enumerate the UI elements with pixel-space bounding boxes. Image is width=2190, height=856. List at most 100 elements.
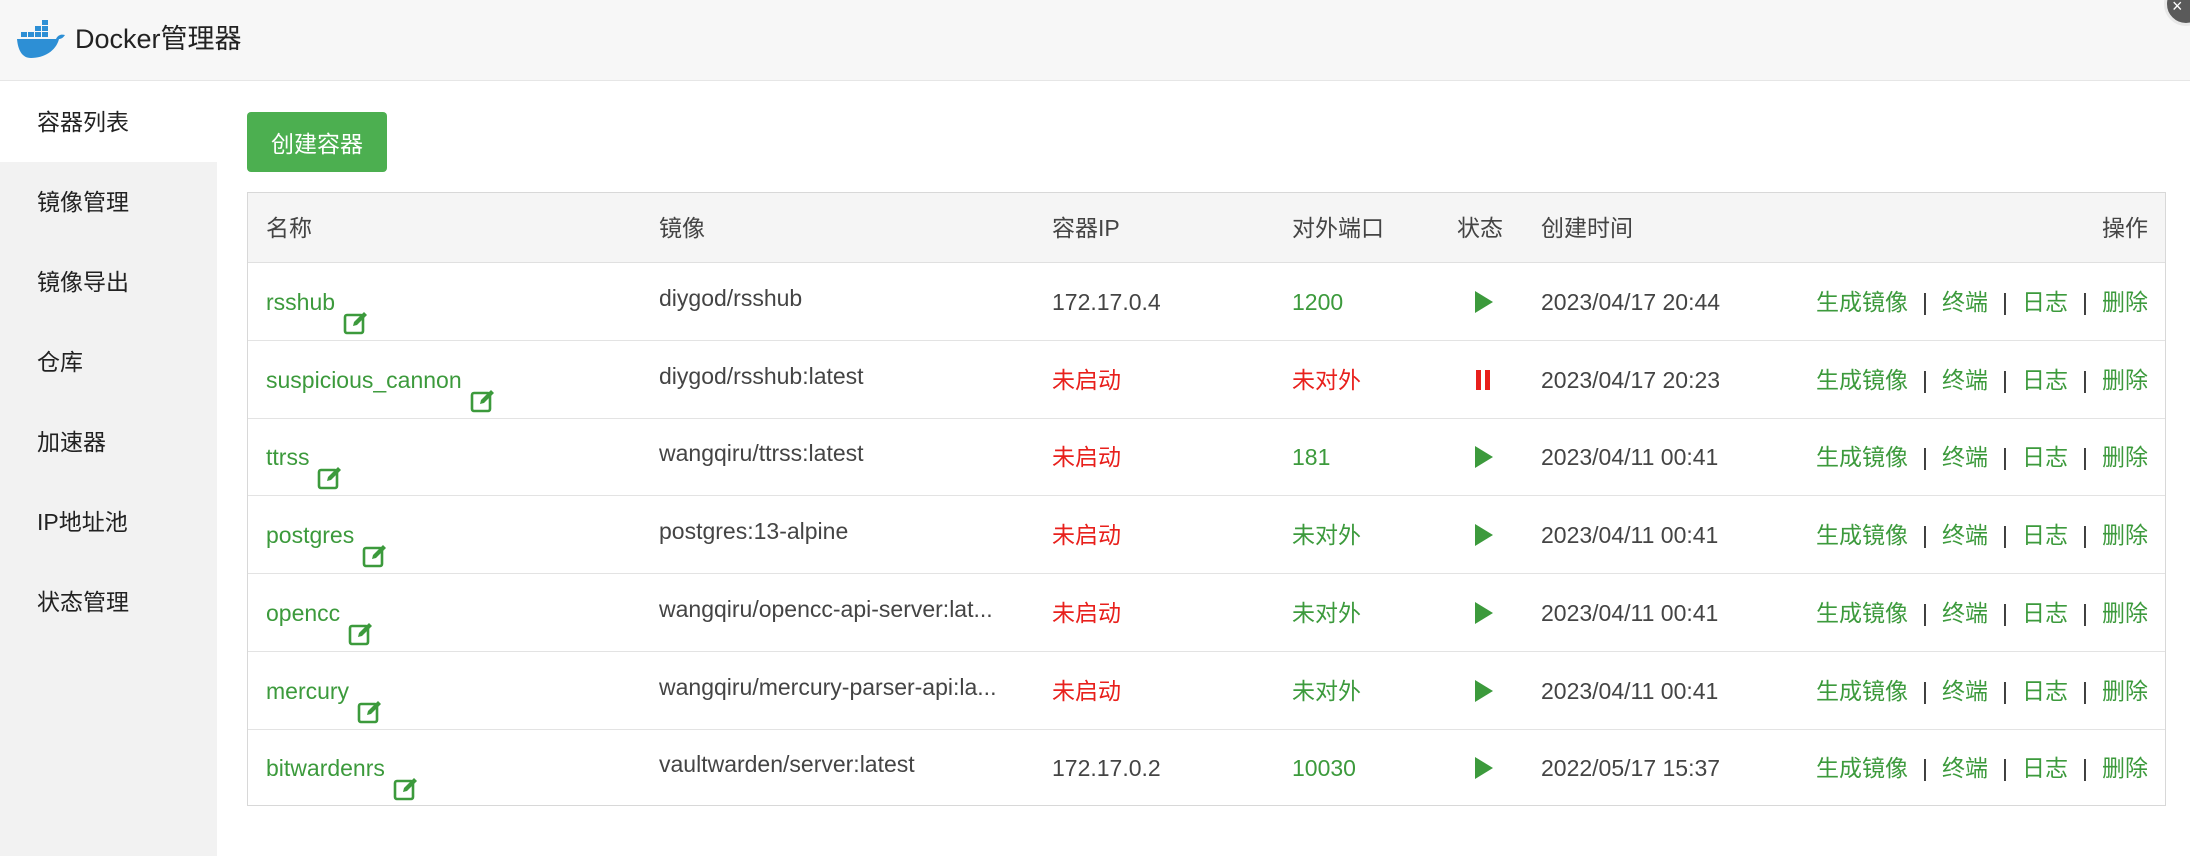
container-name-cell: suspicious_cannon bbox=[266, 341, 496, 419]
log-link[interactable]: 日志 bbox=[2022, 755, 2068, 781]
play-icon[interactable] bbox=[1468, 287, 1498, 317]
container-image: diygod/rsshub:latest bbox=[659, 362, 864, 389]
action-separator: | bbox=[1922, 289, 1929, 315]
play-icon[interactable] bbox=[1468, 598, 1498, 628]
container-name-link[interactable]: mercury bbox=[266, 652, 383, 730]
container-name[interactable]: suspicious_cannon bbox=[266, 341, 462, 419]
container-name[interactable]: mercury bbox=[266, 652, 349, 730]
edit-icon[interactable] bbox=[362, 522, 388, 568]
action-separator: | bbox=[1922, 522, 1929, 549]
play-icon[interactable] bbox=[1468, 753, 1498, 783]
row-actions: 生成镜像 | 终端 | 日志 | 删除 bbox=[1816, 263, 2148, 341]
play-icon[interactable] bbox=[1468, 520, 1498, 550]
terminal-link[interactable]: 终端 bbox=[1942, 678, 1988, 704]
container-name[interactable]: opencc bbox=[266, 574, 340, 652]
log-link[interactable]: 日志 bbox=[2022, 522, 2068, 548]
edit-icon[interactable] bbox=[343, 289, 369, 335]
terminal-link[interactable]: 终端 bbox=[1942, 522, 1988, 548]
table-row: bitwardenrs vaultwarden/server:latest 172.… bbox=[248, 729, 2165, 807]
edit-icon[interactable] bbox=[393, 755, 419, 801]
terminal-link[interactable]: 终端 bbox=[1942, 289, 1988, 315]
delete-link[interactable]: 删除 bbox=[2102, 444, 2148, 470]
container-created-time: 2023/04/17 20:44 bbox=[1541, 289, 1721, 315]
play-icon[interactable] bbox=[1468, 676, 1498, 706]
container-ip: 未启动 bbox=[1052, 677, 1121, 704]
create-container-button[interactable]: 创建容器 bbox=[247, 112, 387, 172]
container-name[interactable]: bitwardenrs bbox=[266, 729, 385, 807]
container-port: 未对外 bbox=[1292, 522, 1361, 549]
log-link[interactable]: 日志 bbox=[2022, 600, 2068, 626]
row-actions: 生成镜像 | 终端 | 日志 | 删除 bbox=[1816, 418, 2148, 496]
container-image: postgres:13-alpine bbox=[659, 518, 849, 545]
column-header-actions: 操作 bbox=[2102, 215, 2148, 241]
container-port: 未对外 bbox=[1292, 599, 1361, 626]
delete-link[interactable]: 删除 bbox=[2102, 522, 2148, 548]
column-header-created: 创建时间 bbox=[1541, 215, 1633, 241]
container-ip: 未启动 bbox=[1052, 599, 1121, 626]
container-name-link[interactable]: rsshub bbox=[266, 263, 369, 341]
log-link[interactable]: 日志 bbox=[2022, 444, 2068, 470]
container-ip: 未启动 bbox=[1052, 444, 1121, 471]
terminal-link[interactable]: 终端 bbox=[1942, 600, 1988, 626]
build-image-link[interactable]: 生成镜像 bbox=[1816, 600, 1908, 626]
delete-link[interactable]: 删除 bbox=[2102, 678, 2148, 704]
column-header-image: 镜像 bbox=[659, 215, 705, 241]
container-port: 1200 bbox=[1292, 289, 1344, 315]
container-created-time: 2022/05/17 15:37 bbox=[1541, 755, 1721, 782]
container-table: 名称 镜像 容器IP 对外端口 状态 创建时间 操作 rsshub diygod/… bbox=[247, 192, 2166, 806]
column-header-ip: 容器IP bbox=[1052, 215, 1120, 241]
container-created-time: 2023/04/11 00:41 bbox=[1541, 599, 1719, 626]
container-name-cell: postgres bbox=[266, 496, 388, 574]
terminal-link[interactable]: 终端 bbox=[1942, 367, 1988, 393]
terminal-link[interactable]: 终端 bbox=[1942, 444, 1988, 470]
row-actions: 生成镜像 | 终端 | 日志 | 删除 bbox=[1816, 496, 2148, 574]
delete-link[interactable]: 删除 bbox=[2102, 289, 2148, 315]
container-name[interactable]: ttrss bbox=[266, 418, 309, 496]
container-image: wangqiru/opencc-api-server:lat... bbox=[659, 595, 993, 622]
terminal-link[interactable]: 终端 bbox=[1942, 755, 1988, 781]
container-name-link[interactable]: opencc bbox=[266, 574, 374, 652]
edit-icon[interactable] bbox=[357, 678, 383, 723]
table-row: ttrss wangqiru/ttrss:latest 未启动 181 2023/04/… bbox=[248, 418, 2165, 497]
build-image-link[interactable]: 生成镜像 bbox=[1816, 522, 1908, 548]
sidebar-item-image-export[interactable]: 镜像导出 bbox=[0, 242, 217, 322]
container-created-time: 2023/04/11 00:41 bbox=[1541, 444, 1719, 471]
container-name-link[interactable]: suspicious_cannon bbox=[266, 341, 496, 419]
delete-link[interactable]: 删除 bbox=[2102, 755, 2148, 781]
sidebar-item-status-manage[interactable]: 状态管理 bbox=[0, 562, 217, 642]
close-icon[interactable] bbox=[2164, 0, 2190, 26]
build-image-link[interactable]: 生成镜像 bbox=[1816, 289, 1908, 315]
container-name[interactable]: rsshub bbox=[266, 263, 335, 341]
build-image-link[interactable]: 生成镜像 bbox=[1816, 444, 1908, 470]
log-link[interactable]: 日志 bbox=[2022, 289, 2068, 315]
action-separator: | bbox=[1922, 677, 1929, 704]
container-name[interactable]: postgres bbox=[266, 496, 354, 574]
delete-link[interactable]: 删除 bbox=[2102, 600, 2148, 626]
edit-icon[interactable] bbox=[470, 367, 496, 412]
sidebar-item-image-manage[interactable]: 镜像管理 bbox=[0, 162, 217, 242]
container-name-link[interactable]: bitwardenrs bbox=[266, 729, 419, 807]
row-actions: 生成镜像 | 终端 | 日志 | 删除 bbox=[1816, 574, 2148, 652]
action-separator: | bbox=[2082, 522, 2088, 549]
edit-icon[interactable] bbox=[317, 444, 343, 490]
action-separator: | bbox=[1922, 366, 1929, 393]
container-name-link[interactable]: postgres bbox=[266, 496, 388, 574]
container-name-cell: bitwardenrs bbox=[266, 729, 419, 807]
sidebar-item-repository[interactable]: 仓库 bbox=[0, 322, 217, 402]
edit-icon[interactable] bbox=[348, 600, 374, 646]
log-link[interactable]: 日志 bbox=[2022, 367, 2068, 393]
sidebar-item-accelerator[interactable]: 加速器 bbox=[0, 402, 217, 482]
build-image-link[interactable]: 生成镜像 bbox=[1816, 367, 1908, 393]
sidebar-item-ip-pool[interactable]: IP地址池 bbox=[0, 482, 217, 562]
delete-link[interactable]: 删除 bbox=[2102, 367, 2148, 393]
pause-icon[interactable] bbox=[1468, 365, 1498, 395]
table-row: suspicious_cannon diygod/rsshub:latest 未启动… bbox=[248, 341, 2165, 419]
log-link[interactable]: 日志 bbox=[2022, 678, 2068, 704]
container-name-link[interactable]: ttrss bbox=[266, 418, 343, 496]
play-icon[interactable] bbox=[1468, 442, 1498, 472]
action-separator: | bbox=[2082, 289, 2088, 315]
build-image-link[interactable]: 生成镜像 bbox=[1816, 678, 1908, 704]
sidebar-item-container-list[interactable]: 容器列表 bbox=[0, 82, 217, 162]
container-created-time: 2023/04/11 00:41 bbox=[1541, 677, 1719, 704]
build-image-link[interactable]: 生成镜像 bbox=[1816, 755, 1908, 781]
